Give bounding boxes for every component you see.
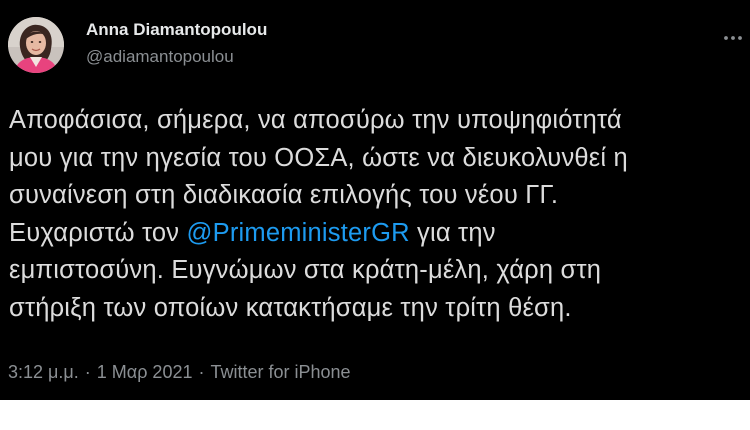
tweet-text: Αποφάσισα, σήμερα, να αποσύρω την υποψηφ… <box>9 102 744 327</box>
tweet-text-line: στήριξη των οποίων κατακτήσαμε την τρίτη… <box>9 293 572 322</box>
author-name[interactable]: Anna Diamantopoulou <box>86 20 267 40</box>
tweet-text-line: μου για την ηγεσία του ΟΟΣΑ, ώστε να διε… <box>9 143 628 172</box>
tweet-text-line: Αποφάσισα, σήμερα, να αποσύρω την υποψηφ… <box>9 106 622 134</box>
tweet-date[interactable]: 1 Μαρ 2021 <box>97 362 193 382</box>
profile-photo-icon <box>8 17 64 73</box>
author-handle[interactable]: @adiamantopoulou <box>86 47 234 67</box>
tweet-text-line: συναίνεση στη διαδικασία επιλογής του νέ… <box>9 181 559 209</box>
avatar[interactable] <box>8 17 64 73</box>
tweet-text-segment: Ευχαριστώ τον <box>9 218 187 247</box>
tweet-source: Twitter for iPhone <box>210 362 351 382</box>
tweet-text-segment: για την <box>409 218 496 247</box>
meta-separator: · <box>84 362 91 382</box>
tweet-card: Anna Diamantopoulou @adiamantopoulou Απο… <box>0 0 750 400</box>
meta-separator: · <box>198 362 205 382</box>
tweet-time[interactable]: 3:12 μ.μ. <box>8 362 79 382</box>
tweet-text-line: Ευχαριστώ τον @PrimeministerGR για την <box>9 215 744 253</box>
mention-link[interactable]: @PrimeministerGR <box>187 219 410 247</box>
more-options-icon[interactable] <box>722 27 744 49</box>
tweet-meta: 3:12 μ.μ. · 1 Μαρ 2021 · Twitter for iPhone <box>8 362 351 383</box>
tweet-text-line: εμπιστοσύνη. Ευγνώμων στα κράτη-μέλη, χά… <box>9 256 602 284</box>
